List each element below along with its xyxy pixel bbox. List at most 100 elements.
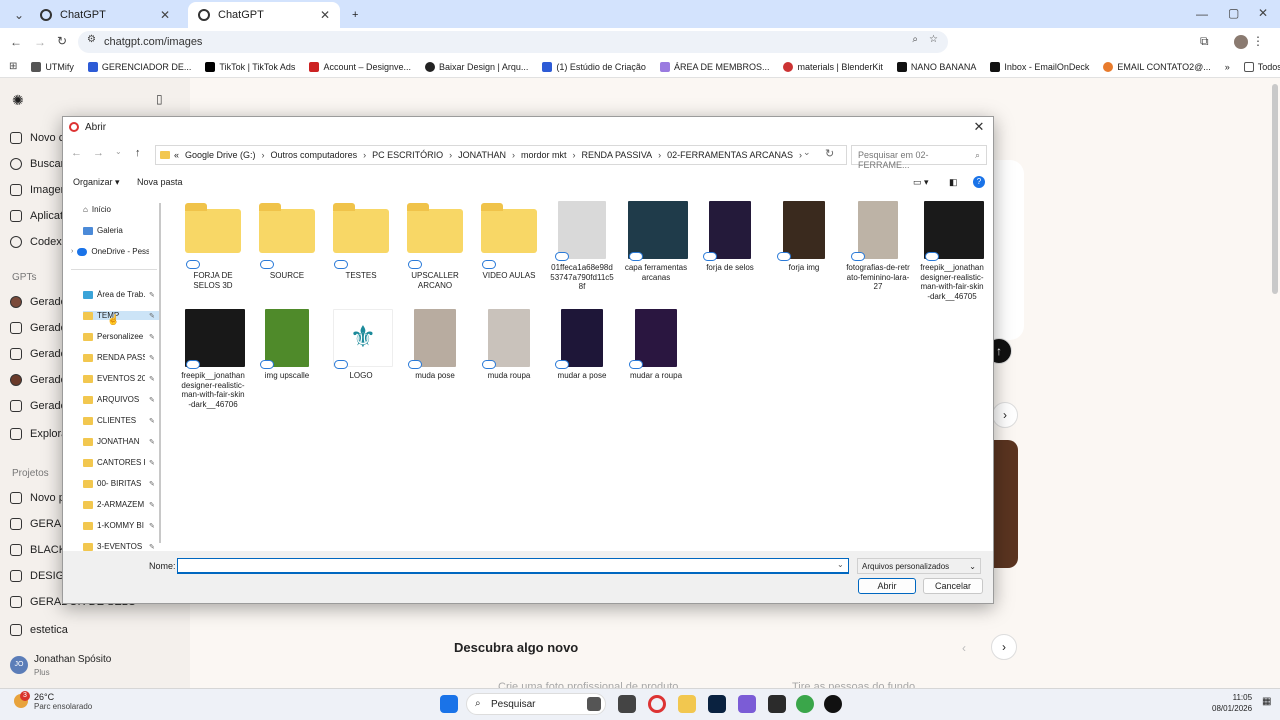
bookmark-item[interactable]: Inbox - EmailOnDeck — [990, 61, 1089, 72]
sidebar-gpt-item[interactable]: Gerado — [10, 348, 67, 360]
sidebar-toggle-icon[interactable]: ▯ — [156, 92, 163, 106]
nav-item-home[interactable]: ⌂ Início — [83, 205, 159, 214]
task-view-icon[interactable] — [618, 695, 636, 713]
back-icon[interactable]: ← — [71, 147, 82, 159]
more-bookmarks-icon[interactable]: » — [1225, 62, 1230, 72]
sidebar-project-item[interactable]: BLACK — [10, 544, 66, 556]
search-input[interactable]: Pesquisar em 02-FERRAME... ⌕ — [851, 145, 987, 170]
app-icon[interactable] — [796, 695, 814, 713]
photoshop-icon[interactable] — [708, 695, 726, 713]
taskbar-search[interactable]: ⌕ Pesquisar — [466, 693, 606, 715]
app-icon[interactable] — [738, 695, 756, 713]
back-icon[interactable]: ← — [10, 35, 22, 49]
sidebar-project-item[interactable]: estetica — [10, 624, 68, 636]
sidebar-item-search[interactable]: Buscar — [10, 158, 64, 170]
image-file-item[interactable]: mudar a roupa — [624, 309, 688, 381]
carousel-next-button[interactable]: › — [992, 402, 1018, 428]
tab-chatgpt-2[interactable]: ChatGPT ✕ — [188, 2, 340, 28]
zoom-icon[interactable]: ⌕ — [912, 34, 918, 45]
sidebar-gpt-item[interactable]: Gerado — [10, 400, 67, 412]
nav-item-folder[interactable]: 2-ARMAZEM ✎ — [83, 500, 159, 509]
sidebar-explore-gpts[interactable]: Explora — [10, 428, 67, 440]
image-file-item[interactable]: freepik__jonathandesigner-realistic-man-… — [920, 201, 984, 301]
nav-pane-scrollbar[interactable] — [159, 203, 161, 543]
menu-icon[interactable]: ⋮ — [1252, 34, 1264, 48]
image-file-item[interactable]: muda pose — [403, 309, 467, 381]
nav-item-folder[interactable]: Personalizee ✎ — [83, 332, 159, 341]
system-clock[interactable]: 11:05 08/01/2026 — [1212, 692, 1252, 714]
page-scrollbar[interactable] — [1272, 84, 1278, 294]
nav-item-folder[interactable]: RENDA PASS ✎ — [83, 353, 159, 362]
sidebar-gpt-item[interactable]: Gerado — [10, 296, 67, 308]
new-tab-button[interactable]: + — [342, 2, 366, 28]
profile-avatar[interactable] — [1234, 35, 1248, 49]
bookmark-item[interactable]: Baixar Design | Arqu... — [425, 61, 528, 72]
bookmark-star-icon[interactable]: ☆ — [929, 34, 938, 45]
chrome-icon[interactable] — [648, 695, 666, 713]
app-icon[interactable] — [824, 695, 842, 713]
all-bookmarks[interactable]: Todos os favoritos — [1243, 61, 1280, 72]
image-file-item[interactable]: forja de selos — [698, 201, 762, 273]
nav-item-gallery[interactable]: Galeria — [83, 226, 159, 235]
up-icon[interactable]: ↑ — [135, 147, 141, 159]
bookmark-item[interactable]: Account – Designve... — [309, 61, 411, 72]
image-file-item[interactable]: muda roupa — [477, 309, 541, 381]
nav-item-folder[interactable]: CANTORES P ✎ — [83, 458, 159, 467]
bookmark-item[interactable]: (1) Estúdio de Criação — [542, 61, 646, 72]
carousel-next-button[interactable]: › — [991, 634, 1017, 660]
bookmark-item[interactable]: materials | BlenderKit — [783, 61, 883, 72]
breadcrumb-overflow[interactable]: « — [174, 150, 179, 160]
open-button[interactable]: Abrir — [858, 578, 916, 594]
new-folder-button[interactable]: Nova pasta — [137, 177, 183, 187]
breadcrumb-item[interactable]: Outros computadores — [271, 150, 358, 160]
bookmark-item[interactable]: EMAIL CONTATO2@... — [1103, 61, 1211, 72]
bookmark-item[interactable]: NANO BANANA — [896, 61, 976, 72]
nav-item-folder[interactable]: EVENTOS 202✎ — [83, 374, 159, 383]
nav-item-folder[interactable]: 1-KOMMY BI ✎ — [83, 521, 159, 530]
sidebar-item-new-chat[interactable]: Novo c — [10, 132, 64, 144]
nav-item-folder[interactable]: CLIENTES ✎ — [83, 416, 159, 425]
image-file-item[interactable]: img upscalle — [255, 309, 319, 381]
apps-grid-icon[interactable]: ⊞ — [9, 61, 17, 72]
breadcrumb-item[interactable]: 02-FERRAMENTAS ARCANAS — [667, 150, 793, 160]
sidebar-project-item[interactable]: Novo p — [10, 492, 65, 504]
sidebar-gpt-item[interactable]: Gerado — [10, 374, 67, 386]
path-breadcrumb[interactable]: « Google Drive (G:) › Outros computadores… — [155, 145, 847, 165]
bookmark-item[interactable]: GERENCIADOR DE... — [87, 61, 191, 72]
close-window-icon[interactable]: ✕ — [1258, 6, 1268, 20]
sidebar-gpt-item[interactable]: Gerado — [10, 322, 67, 334]
breadcrumb-item[interactable]: RENDA PASSIVA — [581, 150, 652, 160]
bookmark-item[interactable]: UTMify — [31, 61, 74, 72]
notifications-icon[interactable]: ▦ — [1262, 696, 1271, 707]
file-name-input[interactable] — [177, 558, 849, 574]
refresh-icon[interactable]: ↻ — [825, 147, 834, 160]
breadcrumb-item[interactable]: JONATHAN — [458, 150, 506, 160]
preview-pane-icon[interactable]: ◧ — [949, 177, 958, 188]
nav-item-desktop[interactable]: Área de Trab. ✎ — [83, 290, 159, 299]
image-file-item[interactable]: ⚜ LOGO — [329, 309, 393, 381]
folder-item[interactable]: UPSCALLER ARCANO — [403, 201, 467, 290]
forward-icon[interactable]: → — [34, 35, 46, 49]
sidebar-item-codex[interactable]: Codex — [10, 236, 62, 248]
carousel-prev-button[interactable]: ‹ — [962, 641, 966, 655]
nav-item-onedrive[interactable]: › OneDrive - Pesso — [71, 247, 161, 256]
view-options-icon[interactable]: ▭ ▾ — [913, 177, 929, 188]
tab-search-button[interactable]: ⌄ — [4, 2, 28, 28]
site-info-icon[interactable]: ⚙ — [87, 34, 96, 45]
maximize-icon[interactable]: ▢ — [1228, 6, 1239, 20]
breadcrumb-item[interactable]: mordor mkt — [521, 150, 567, 160]
chevron-down-icon[interactable]: ⌄ — [115, 147, 122, 156]
sidebar-item-images[interactable]: Imagen — [10, 184, 67, 196]
reload-icon[interactable]: ↻ — [57, 34, 67, 48]
windows-start-icon[interactable] — [440, 695, 458, 713]
file-type-select[interactable]: Arquivos personalizados ⌄ — [857, 558, 981, 574]
forward-icon[interactable]: → — [93, 147, 104, 159]
file-explorer-icon[interactable] — [678, 695, 696, 713]
sidebar-item-apps[interactable]: Aplicat — [10, 210, 63, 222]
folder-item[interactable]: TESTES — [329, 201, 393, 281]
folder-item[interactable]: FORJA DE SELOS 3D — [181, 201, 245, 290]
image-file-item[interactable]: freepik__jonathandesigner-realistic-man-… — [181, 309, 245, 409]
extensions-icon[interactable]: ⧉ — [1200, 34, 1209, 49]
image-file-item[interactable]: fotografias-de-retrato-feminino-lara-27 — [846, 201, 910, 292]
avatar[interactable]: JO — [10, 656, 28, 674]
